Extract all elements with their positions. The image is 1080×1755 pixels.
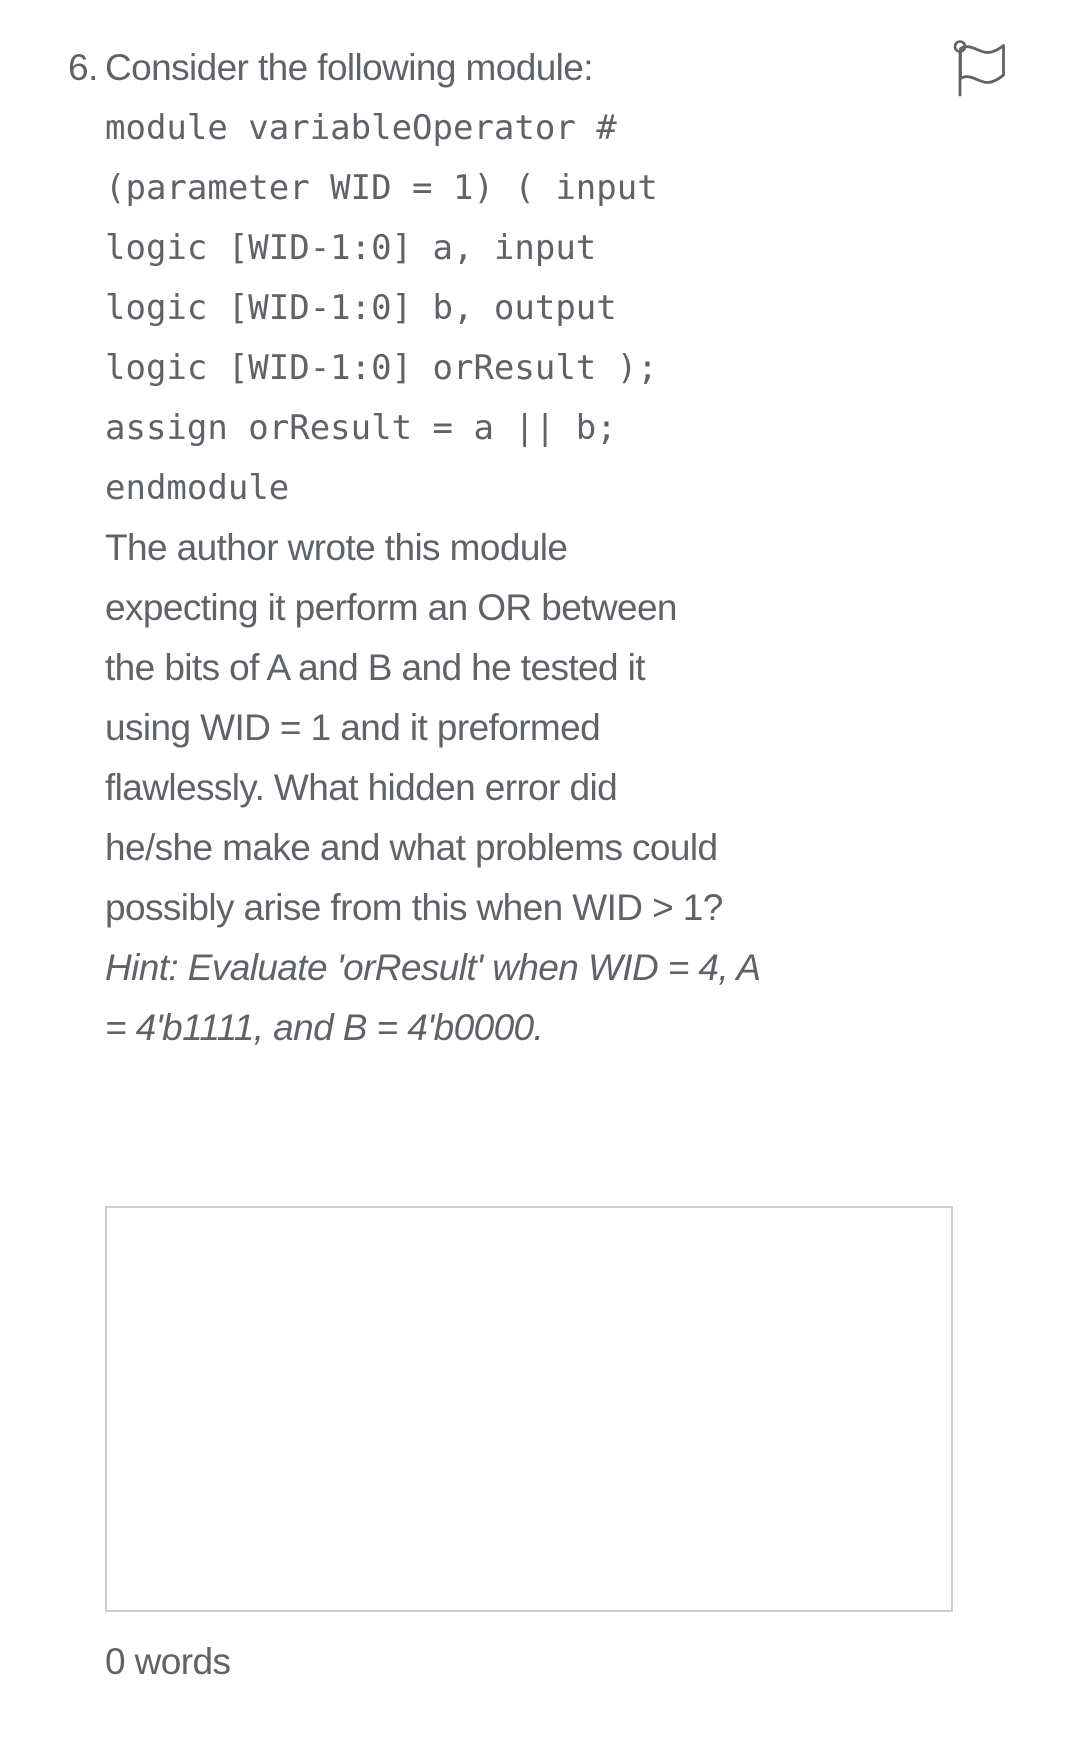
code-line: endmodule	[105, 468, 290, 508]
question-text-line: expecting it perform an OR between	[105, 587, 678, 628]
code-line: logic [WID-1:0] b, output	[105, 288, 617, 328]
code-line: assign orResult = a || b;	[105, 408, 617, 448]
code-line: module variableOperator #	[105, 108, 617, 148]
question-number: 6.	[68, 47, 98, 88]
code-line: (parameter WID = 1) ( input	[105, 168, 658, 208]
question-text-line: flawlessly. What hidden error did	[105, 767, 618, 808]
question-text-line: he/she make and what problems could	[105, 827, 718, 868]
answer-input[interactable]	[105, 1206, 953, 1612]
question-content: 6. Consider the following module: module…	[68, 38, 968, 1058]
question-code-block: module variableOperator # (parameter WID…	[105, 98, 965, 518]
question-hint-line: Hint: Evaluate 'orResult' when WID = 4, …	[105, 947, 761, 988]
code-line: logic [WID-1:0] a, input	[105, 228, 597, 268]
question-text-line: The author wrote this module	[105, 527, 568, 568]
question-block: 6. Consider the following module: module…	[0, 0, 1080, 1755]
question-hint-line: = 4'b1111, and B = 4'b0000.	[105, 1007, 544, 1048]
question-body: Consider the following module: module va…	[105, 38, 965, 1058]
word-count-label: 0 words	[105, 1641, 231, 1682]
question-text: The author wrote this module expecting i…	[105, 518, 965, 938]
code-line: logic [WID-1:0] orResult );	[105, 348, 658, 388]
question-intro: Consider the following module:	[105, 47, 594, 88]
question-hint: Hint: Evaluate 'orResult' when WID = 4, …	[105, 938, 965, 1058]
question-text-line: the bits of A and B and he tested it	[105, 647, 646, 688]
question-text-line: using WID = 1 and it preformed	[105, 707, 601, 748]
question-text-line: possibly arise from this when WID > 1?	[105, 887, 723, 928]
